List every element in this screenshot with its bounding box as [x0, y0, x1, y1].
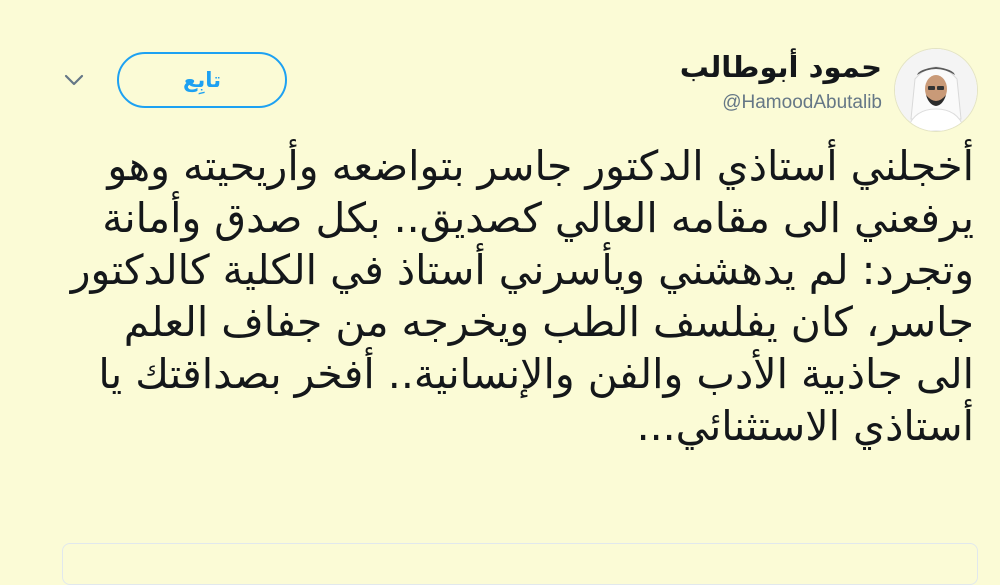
chevron-down-icon[interactable]	[62, 70, 86, 90]
profile-handle[interactable]: @HamoodAbutalib	[722, 92, 882, 114]
tweet-text: أخجلني أستاذي الدكتور جاسر بتواضعه وأريح…	[70, 142, 974, 450]
follow-button[interactable]: تابِع	[117, 52, 287, 108]
profile-avatar[interactable]	[894, 48, 978, 132]
tweet-header: حمود أبوطالب @HamoodAbutalib تابِع	[0, 40, 1000, 132]
embedded-card[interactable]	[62, 543, 978, 585]
person-avatar-icon	[895, 49, 977, 131]
profile-name[interactable]: حمود أبوطالب	[680, 50, 882, 84]
